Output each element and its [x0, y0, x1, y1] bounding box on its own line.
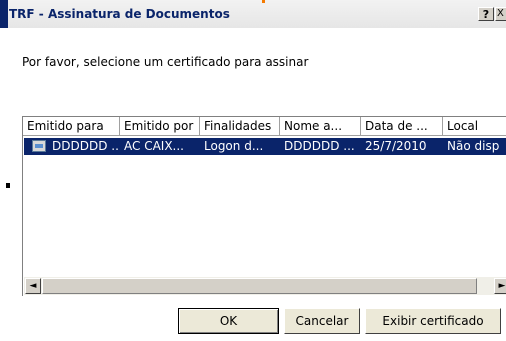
- list-header: Emitido para Emitido por Finalidades Nom…: [23, 117, 506, 136]
- certificate-icon: [32, 140, 46, 152]
- cell-emitido-para: DDDDDD ..: [52, 139, 119, 153]
- cell-emitido-por: AC CAIX...: [124, 139, 184, 153]
- column-header-nome[interactable]: Nome a...: [280, 117, 361, 136]
- ok-button[interactable]: OK: [178, 308, 279, 334]
- scroll-left-button[interactable]: ◄: [25, 278, 41, 294]
- cancel-button[interactable]: Cancelar: [284, 308, 360, 334]
- certificate-list[interactable]: Emitido para Emitido por Finalidades Nom…: [22, 116, 506, 296]
- scroll-thumb[interactable]: [42, 278, 477, 294]
- cell-local: Não disp: [447, 139, 500, 153]
- column-header-finalidades[interactable]: Finalidades: [200, 117, 280, 136]
- column-header-data[interactable]: Data de ...: [361, 117, 443, 136]
- title-accent: [0, 0, 8, 28]
- title-bar: TRF - Assinatura de Documentos ? X: [0, 0, 506, 28]
- side-marker: [6, 183, 10, 188]
- cell-finalidades: Logon d...: [204, 139, 264, 153]
- column-header-emitido-por[interactable]: Emitido por: [120, 117, 200, 136]
- title-dot: [262, 0, 265, 3]
- column-header-emitido-para[interactable]: Emitido para: [23, 117, 120, 136]
- column-header-local[interactable]: Local: [443, 117, 506, 136]
- table-row[interactable]: DDDDDD .. AC CAIX... Logon d... DDDDDD .…: [24, 138, 506, 155]
- close-button[interactable]: X: [495, 7, 506, 21]
- window-title: TRF - Assinatura de Documentos: [9, 7, 230, 21]
- horizontal-scrollbar[interactable]: ◄ ►: [24, 277, 506, 295]
- view-certificate-button[interactable]: Exibir certificado: [365, 308, 501, 334]
- help-button[interactable]: ?: [478, 7, 494, 21]
- cell-nome: DDDDDD ...: [284, 139, 355, 153]
- prompt-text: Por favor, selecione um certificado para…: [22, 55, 309, 69]
- cell-data: 25/7/2010: [365, 139, 427, 153]
- scroll-right-button[interactable]: ►: [494, 278, 506, 294]
